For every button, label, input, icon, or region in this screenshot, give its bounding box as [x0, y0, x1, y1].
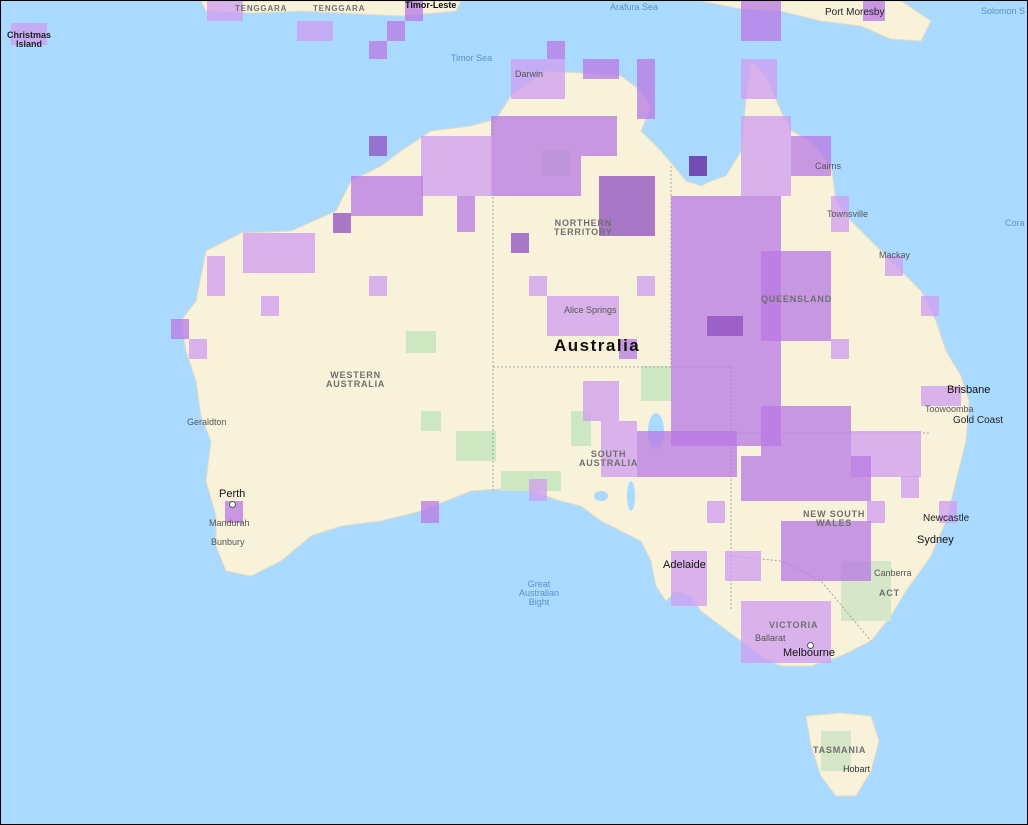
perth-label: Perth: [219, 488, 246, 500]
park-area: [406, 331, 436, 353]
gold-coast-label: Gold Coast: [953, 415, 1004, 426]
grid-cell: [637, 59, 655, 119]
australia-label: Australia: [554, 336, 641, 355]
perth-marker: [229, 501, 236, 508]
townsville-label: Townsville: [827, 209, 869, 219]
toowoomba-label: Toowoomba: [925, 404, 974, 414]
hobart-label: Hobart: [843, 764, 871, 774]
grid-cell: [725, 551, 761, 581]
grid-cell: [707, 316, 743, 336]
timor-sea-label: Timor Sea: [451, 53, 493, 63]
grid-cell: [387, 21, 405, 41]
grid-cell: [529, 479, 547, 501]
act-label: ACT: [879, 588, 900, 598]
queensland-label: QUEENSLAND: [761, 294, 833, 304]
grid-cell: [171, 319, 189, 339]
ballarat-label: Ballarat: [755, 633, 786, 643]
tenggara-label-1: TENGGARA: [235, 4, 288, 13]
grid-cell: [511, 233, 529, 253]
grid-cell: [867, 501, 885, 523]
mackay-label: Mackay: [879, 250, 911, 260]
nsw-line-2: WALES: [816, 518, 853, 528]
grid-cell: [297, 21, 333, 41]
grid-cell: [261, 296, 279, 316]
alice-springs-label: Alice Springs: [564, 305, 617, 315]
melbourne-label: Melbourne: [783, 647, 835, 659]
grid-cell: [369, 41, 387, 59]
grid-cell: [491, 116, 581, 196]
new-south-wales-label: NEW SOUTH WALES: [803, 510, 865, 528]
park-area: [641, 366, 671, 401]
bunbury-label: Bunbury: [211, 537, 245, 547]
park-area: [456, 431, 496, 461]
grid-cell: [351, 176, 423, 216]
park-area: [421, 411, 441, 431]
solomon-sea-label: Solomon S: [981, 6, 1026, 16]
grid-cell: [547, 41, 565, 59]
basemap: [11, 1, 970, 797]
canberra-label: Canberra: [874, 568, 912, 578]
bight-line-3: Bight: [528, 597, 550, 607]
grid-cell: [637, 276, 655, 296]
grid-cell: [189, 339, 207, 359]
christmas-line-2: Island: [16, 39, 43, 49]
lake-torrens: [627, 481, 635, 511]
grid-cell: [583, 381, 619, 421]
grid-cell: [741, 1, 781, 41]
great-australian-bight-label: Great Australian Bight: [519, 580, 559, 607]
grid-cell: [529, 276, 547, 296]
tasmania-label: TASMANIA: [813, 745, 867, 755]
grid-cell: [741, 59, 777, 99]
arafura-sea-label: Arafura Sea: [610, 2, 659, 12]
port-moresby-label: Port Moresby: [825, 7, 885, 18]
lake-gairdner: [594, 491, 608, 501]
grid-cell: [831, 339, 849, 359]
grid-cell: [421, 136, 493, 196]
grid-cell: [243, 233, 315, 273]
northern-territory-label: NORTHERN TERRITORY: [554, 219, 613, 237]
western-australia-label: WESTERN AUSTRALIA: [326, 371, 385, 389]
nt-line-2: TERRITORY: [554, 227, 613, 237]
grid-cell: [741, 456, 871, 501]
grid-cell: [421, 501, 439, 523]
grid-cell: [689, 156, 707, 176]
tenggara-label-2: TENGGARA: [313, 4, 366, 13]
sa-line-2: AUSTRALIA: [579, 458, 639, 468]
christmas-island-label: Christmas Island: [7, 31, 51, 49]
adelaide-label: Adelaide: [663, 559, 706, 571]
victoria-label: VICTORIA: [769, 620, 819, 630]
grid-cell: [333, 213, 351, 233]
grid-cell: [921, 296, 939, 316]
grid-cell: [637, 431, 737, 477]
newcastle-label: Newcastle: [923, 513, 970, 524]
wa-line-2: AUSTRALIA: [326, 379, 386, 389]
grid-cell: [901, 476, 919, 498]
papua-new-guinea: [700, 1, 932, 42]
grid-cell: [457, 196, 475, 232]
brisbane-label: Brisbane: [947, 384, 991, 396]
grid-cell: [369, 276, 387, 296]
darwin-label: Darwin: [515, 69, 544, 79]
south-australia-label: SOUTH AUSTRALIA: [579, 450, 638, 468]
geraldton-label: Geraldton: [187, 417, 227, 427]
grid-cell: [207, 256, 225, 296]
grid-cell: [581, 116, 617, 156]
sydney-label: Sydney: [917, 534, 954, 546]
grid-cell: [369, 136, 387, 156]
grid-cell: [583, 59, 619, 79]
grid-cell: [547, 296, 619, 336]
coral-sea-label: Cora: [1005, 218, 1025, 228]
map-canvas[interactable]: Arafura Sea Timor Sea Solomon S Cora Gre…: [0, 0, 1028, 825]
grid-cell: [741, 116, 791, 196]
grid-cell: [511, 59, 565, 99]
mandurah-label: Mandurah: [209, 518, 250, 528]
grid-cell: [781, 521, 871, 581]
cairns-label: Cairns: [815, 161, 842, 171]
grid-cell: [761, 406, 851, 456]
grid-cell: [707, 501, 725, 523]
timor-leste-label: Timor-Leste: [405, 0, 457, 10]
